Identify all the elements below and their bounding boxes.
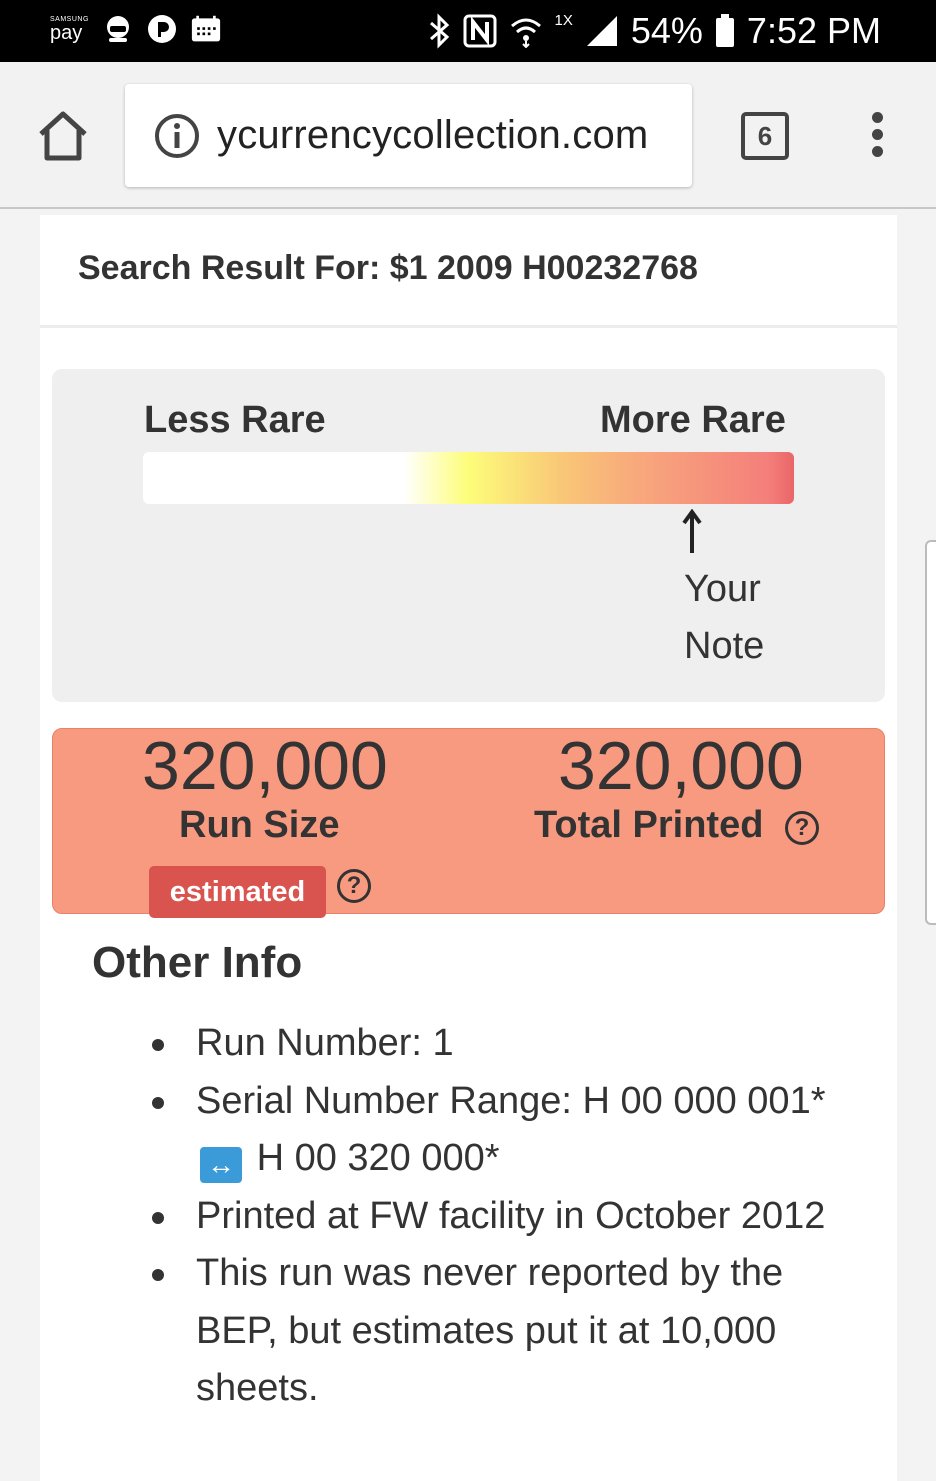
bluetooth-icon — [429, 13, 449, 49]
battery-icon — [715, 14, 734, 47]
signal-icon — [586, 16, 617, 46]
up-arrow-icon — [682, 509, 702, 553]
your-note-line2: Note — [684, 625, 765, 667]
list-item-printed-at: Printed at FW facility in October 2012 — [150, 1188, 850, 1246]
rarity-panel: Less Rare More Rare Your Note — [52, 369, 885, 702]
serial-range-start: Serial Number Range: H 00 000 001* — [196, 1079, 826, 1122]
your-note-label: Your Note — [684, 561, 764, 675]
network-type-label: 1X — [554, 12, 573, 29]
more-rare-label: More Rare — [600, 399, 786, 441]
address-bar[interactable]: ycurrencycollection.com — [125, 84, 692, 187]
home-icon[interactable] — [36, 110, 90, 162]
search-result-header: Search Result For: $1 2009 H00232768 — [40, 215, 897, 328]
nfc-icon — [463, 14, 496, 48]
messenger-icon — [106, 16, 129, 42]
browser-toolbar: ycurrencycollection.com 6 — [0, 62, 936, 209]
status-bar-left: SAMSUNG pay — [50, 14, 221, 44]
your-note-line1: Your — [684, 568, 761, 610]
total-printed-help-icon[interactable]: ? — [785, 811, 819, 845]
print-stats-panel: 320,000 Run Size estimated ? 320,000 Tot… — [52, 728, 885, 918]
less-rare-label: Less Rare — [144, 399, 326, 441]
wifi-icon — [510, 18, 541, 48]
pandora-icon — [147, 15, 176, 43]
list-item-run-number: Run Number: 1 — [150, 1015, 850, 1073]
run-size-value: 320,000 — [142, 728, 388, 804]
total-printed-value: 320,000 — [558, 728, 804, 804]
other-info-list: Run Number: 1 Serial Number Range: H 00 … — [150, 1015, 850, 1418]
list-item-serial-range: Serial Number Range: H 00 000 001* ↔ H 0… — [150, 1073, 850, 1188]
page-content: Search Result For: $1 2009 H00232768 Les… — [40, 215, 897, 1481]
left-right-arrow-icon: ↔ — [200, 1147, 242, 1183]
status-bar: SAMSUNG pay 1X 54% 7:52 PM — [0, 0, 936, 62]
list-item-note: This run was never reported by the BEP, … — [150, 1245, 850, 1418]
samsung-pay-label: pay — [50, 22, 83, 44]
run-size-help-icon[interactable]: ? — [337, 869, 371, 903]
clock: 7:52 PM — [746, 10, 881, 51]
overflow-menu-icon[interactable] — [866, 112, 888, 160]
edge-panel-handle[interactable] — [925, 540, 936, 925]
estimated-badge: estimated — [149, 866, 326, 918]
run-size-label: Run Size — [179, 804, 340, 846]
serial-range-end: H 00 320 000* — [256, 1137, 500, 1179]
samsung-pay-icon: SAMSUNG pay — [50, 16, 89, 44]
other-info-heading: Other Info — [92, 938, 303, 987]
printed-at-text: Printed at FW facility in October 2012 — [196, 1194, 826, 1237]
url-text[interactable]: ycurrencycollection.com — [217, 113, 648, 158]
search-result-title: Search Result For: $1 2009 H00232768 — [78, 249, 698, 287]
calendar-icon — [191, 15, 221, 42]
run-note-text: This run was never reported by the BEP, … — [196, 1252, 784, 1409]
total-printed-label: Total Printed — [534, 804, 764, 846]
status-bar-right: 1X 54% 7:52 PM — [427, 10, 881, 52]
battery-percent: 54% — [630, 10, 703, 51]
run-number-text: Run Number: 1 — [196, 1022, 454, 1064]
site-info-icon[interactable] — [153, 112, 201, 160]
tab-switcher-button[interactable]: 6 — [741, 112, 789, 160]
rarity-scale-bar — [143, 452, 794, 504]
